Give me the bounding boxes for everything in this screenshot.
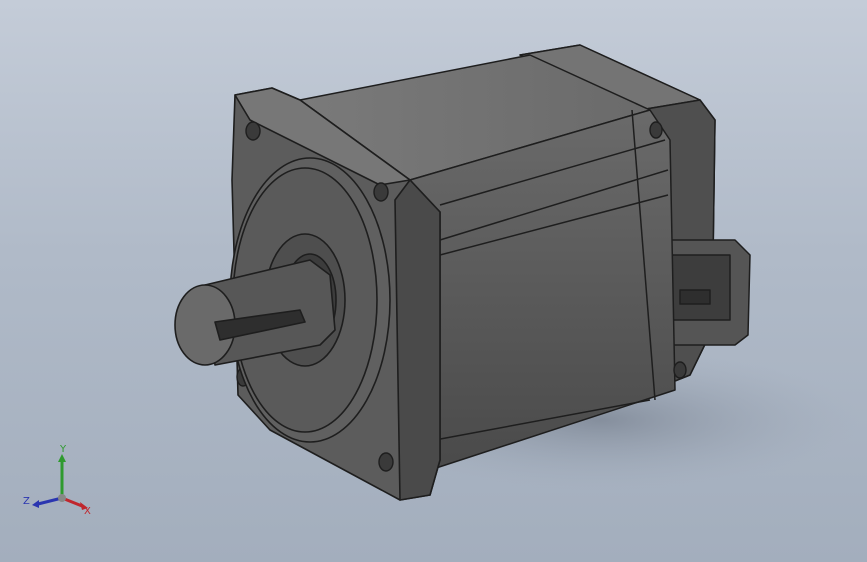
3d-viewport[interactable]: Y X Z — [0, 0, 867, 562]
rear-connector — [669, 239, 751, 346]
coordinate-triad: Y X Z — [23, 444, 91, 517]
triad-y-arrow — [58, 454, 66, 462]
triad-z-arrow — [32, 500, 39, 508]
triad-origin — [58, 494, 66, 502]
triad-y-label: Y — [59, 444, 67, 455]
triad-x-label: X — [84, 506, 91, 517]
servo-motor-model[interactable] — [0, 0, 867, 562]
triad-z-label: Z — [23, 496, 30, 507]
